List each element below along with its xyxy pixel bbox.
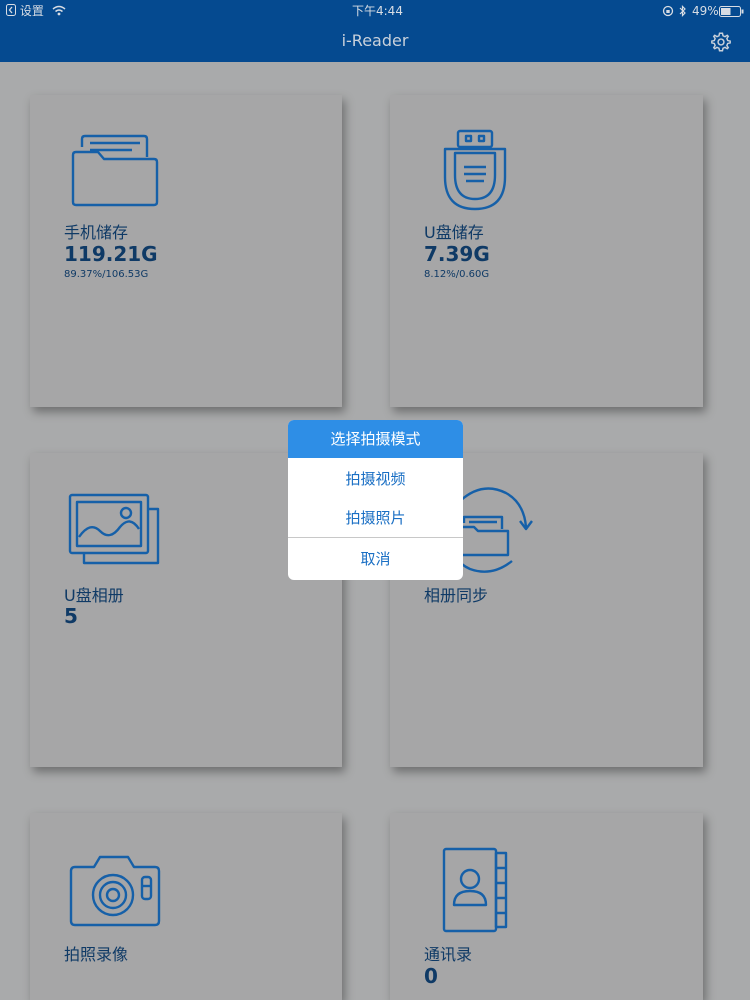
app-title: i-Reader: [341, 31, 409, 50]
cancel-button[interactable]: 取消: [288, 540, 463, 578]
usb-album-label: U盘相册: [64, 586, 124, 605]
bluetooth-icon: [679, 5, 686, 17]
usb-storage-detail: 8.12%/0.60G: [424, 269, 490, 280]
usb-drive-icon: [443, 129, 507, 211]
sheet-divider: [288, 537, 463, 538]
camera-label: 拍照录像: [64, 945, 129, 964]
tile-phone-storage[interactable]: 手机储存 119.21G 89.37%/106.53G: [30, 95, 342, 407]
camera-icon: [69, 855, 161, 927]
clock: 下午4:44: [352, 4, 403, 18]
nav-bar: i-Reader: [0, 22, 750, 62]
album-sync-label: 相册同步: [424, 586, 489, 605]
tile-usb-storage[interactable]: U盘储存 7.39G 8.12%/0.60G: [390, 95, 703, 407]
capture-mode-sheet: 选择拍摄模式 拍摄视频 拍摄照片 取消: [288, 420, 463, 580]
contacts-count: 0: [424, 964, 438, 988]
usb-storage-value: 7.39G: [424, 242, 490, 266]
contacts-label: 通讯录: [424, 945, 473, 964]
take-photo-option[interactable]: 拍摄照片: [288, 499, 463, 537]
wifi-icon: [52, 5, 66, 16]
rotation-lock-icon: [662, 5, 674, 17]
record-video-option[interactable]: 拍摄视频: [288, 460, 463, 498]
tile-contacts[interactable]: 通讯录 0: [390, 813, 703, 1000]
usb-storage-label: U盘储存: [424, 223, 484, 242]
sheet-title: 选择拍摄模式: [288, 420, 463, 458]
back-app-label: 设置: [19, 4, 44, 18]
usb-album-count: 5: [64, 604, 78, 628]
phone-storage-detail: 89.37%/106.53G: [64, 269, 149, 280]
back-to-app[interactable]: 设置: [6, 3, 44, 19]
status-bar: 设置 下午4:44 49%: [0, 0, 750, 22]
contacts-book-icon: [442, 847, 508, 933]
battery-icon: [719, 6, 744, 17]
phone-storage-label: 手机储存: [64, 223, 129, 242]
back-chevron-icon: [6, 4, 16, 16]
battery-percent: 49%: [692, 4, 719, 18]
folder-icon: [71, 134, 159, 207]
settings-gear-icon[interactable]: [710, 31, 732, 53]
phone-storage-value: 119.21G: [64, 242, 158, 266]
tile-camera[interactable]: 拍照录像: [30, 813, 342, 1000]
photo-album-icon: [68, 493, 160, 565]
